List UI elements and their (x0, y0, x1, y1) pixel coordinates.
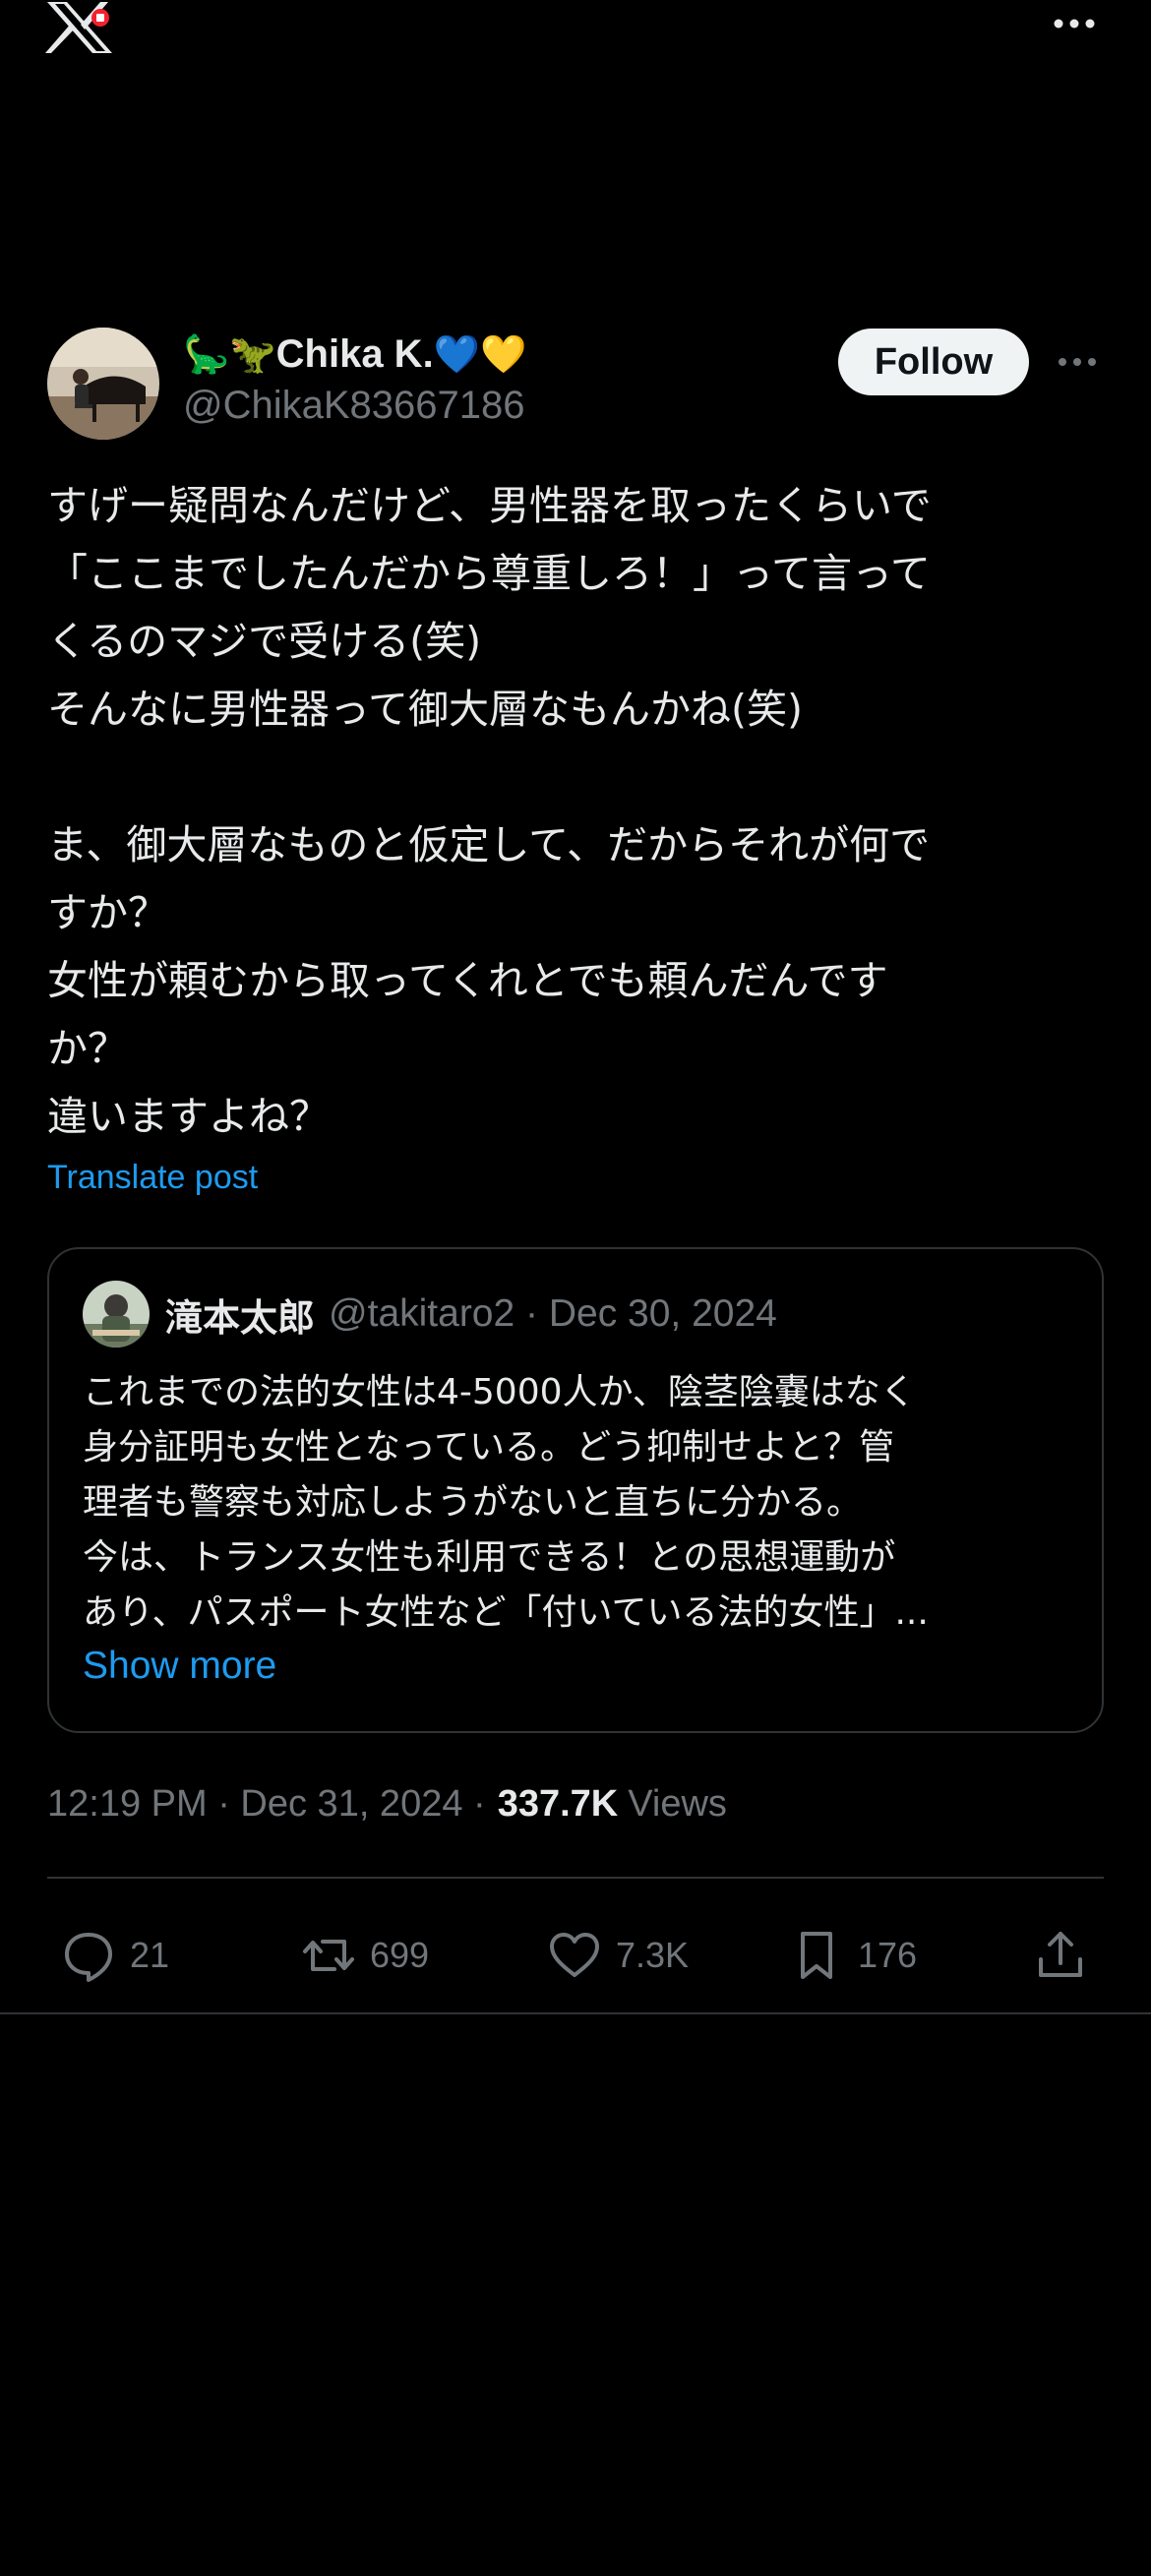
heart-icon (550, 1933, 599, 1977)
views-label: Views (628, 1782, 727, 1825)
reply-icon (65, 1933, 112, 1982)
quote-avatar (83, 1281, 150, 1348)
like-count: 7.3K (616, 1935, 690, 1975)
bookmark-button[interactable]: 176 (787, 1916, 917, 1995)
translate-post-link[interactable]: Translate post (47, 1159, 258, 1197)
repost-icon (303, 1940, 354, 1971)
quote-text: これまでの法的女性は4-5000人か、陰茎陰嚢はなく 身分証明も女性となっている… (83, 1372, 929, 1633)
timestamp: 12:19 PM · Dec 31, 2024 · (47, 1782, 486, 1825)
author-row: 🦕🦖 Chika K. 💙💛 @ChikaK83667186 Follow (47, 325, 1104, 443)
avatar[interactable] (47, 328, 159, 440)
divider (0, 2012, 1151, 2014)
top-bar (0, 0, 1151, 69)
tweet-detail-screen: 🦕🦖 Chika K. 💙💛 @ChikaK83667186 Follow すげ… (0, 0, 1151, 2576)
quoted-tweet[interactable]: 滝本太郎 @takitaro2 · Dec 30, 2024 これまでの法的女性… (47, 1247, 1104, 1733)
show-more-link[interactable]: Show more (83, 1645, 276, 1688)
views-count[interactable]: 337.7K (498, 1783, 619, 1826)
quote-author-name: 滝本太郎 (165, 1295, 316, 1340)
bookmark-icon (801, 1932, 832, 1979)
more-options-icon[interactable] (1045, 4, 1104, 43)
repost-count: 699 (370, 1935, 430, 1975)
post-text: すげー疑問なんだけど、男性器を取ったくらいで 「ここまでしたんだから尊重しろ！」… (47, 482, 932, 1140)
quote-header: 滝本太郎 @takitaro2 · Dec 30, 2024 (165, 1283, 777, 1346)
user-handle[interactable]: @ChikaK83667186 (183, 384, 525, 428)
reply-button[interactable]: 21 (59, 1916, 169, 1995)
share-button[interactable] (1031, 1916, 1090, 1995)
bookmark-count: 176 (858, 1935, 918, 1975)
action-bar: 21 699 7.3K 176 (47, 1916, 1104, 1995)
follow-button[interactable]: Follow (838, 329, 1029, 395)
display-name: Chika K. (275, 331, 434, 376)
post-meta: 12:19 PM · Dec 31, 2024 · 337.7K Views (47, 1776, 727, 1831)
like-button[interactable]: 7.3K (545, 1916, 689, 1995)
divider (47, 1877, 1104, 1879)
share-icon (1039, 1932, 1082, 1977)
dinosaur-emoji: 🦕🦖 (183, 331, 276, 376)
repost-button[interactable]: 699 (299, 1916, 429, 1995)
heart-emoji: 💙💛 (433, 331, 527, 376)
post-more-icon[interactable] (1051, 342, 1104, 382)
x-logo-icon[interactable] (43, 0, 116, 55)
quote-handle-date: @takitaro2 · Dec 30, 2024 (329, 1292, 777, 1335)
display-name-line[interactable]: 🦕🦖 Chika K. 💙💛 (183, 327, 526, 382)
reply-count: 21 (130, 1935, 170, 1975)
